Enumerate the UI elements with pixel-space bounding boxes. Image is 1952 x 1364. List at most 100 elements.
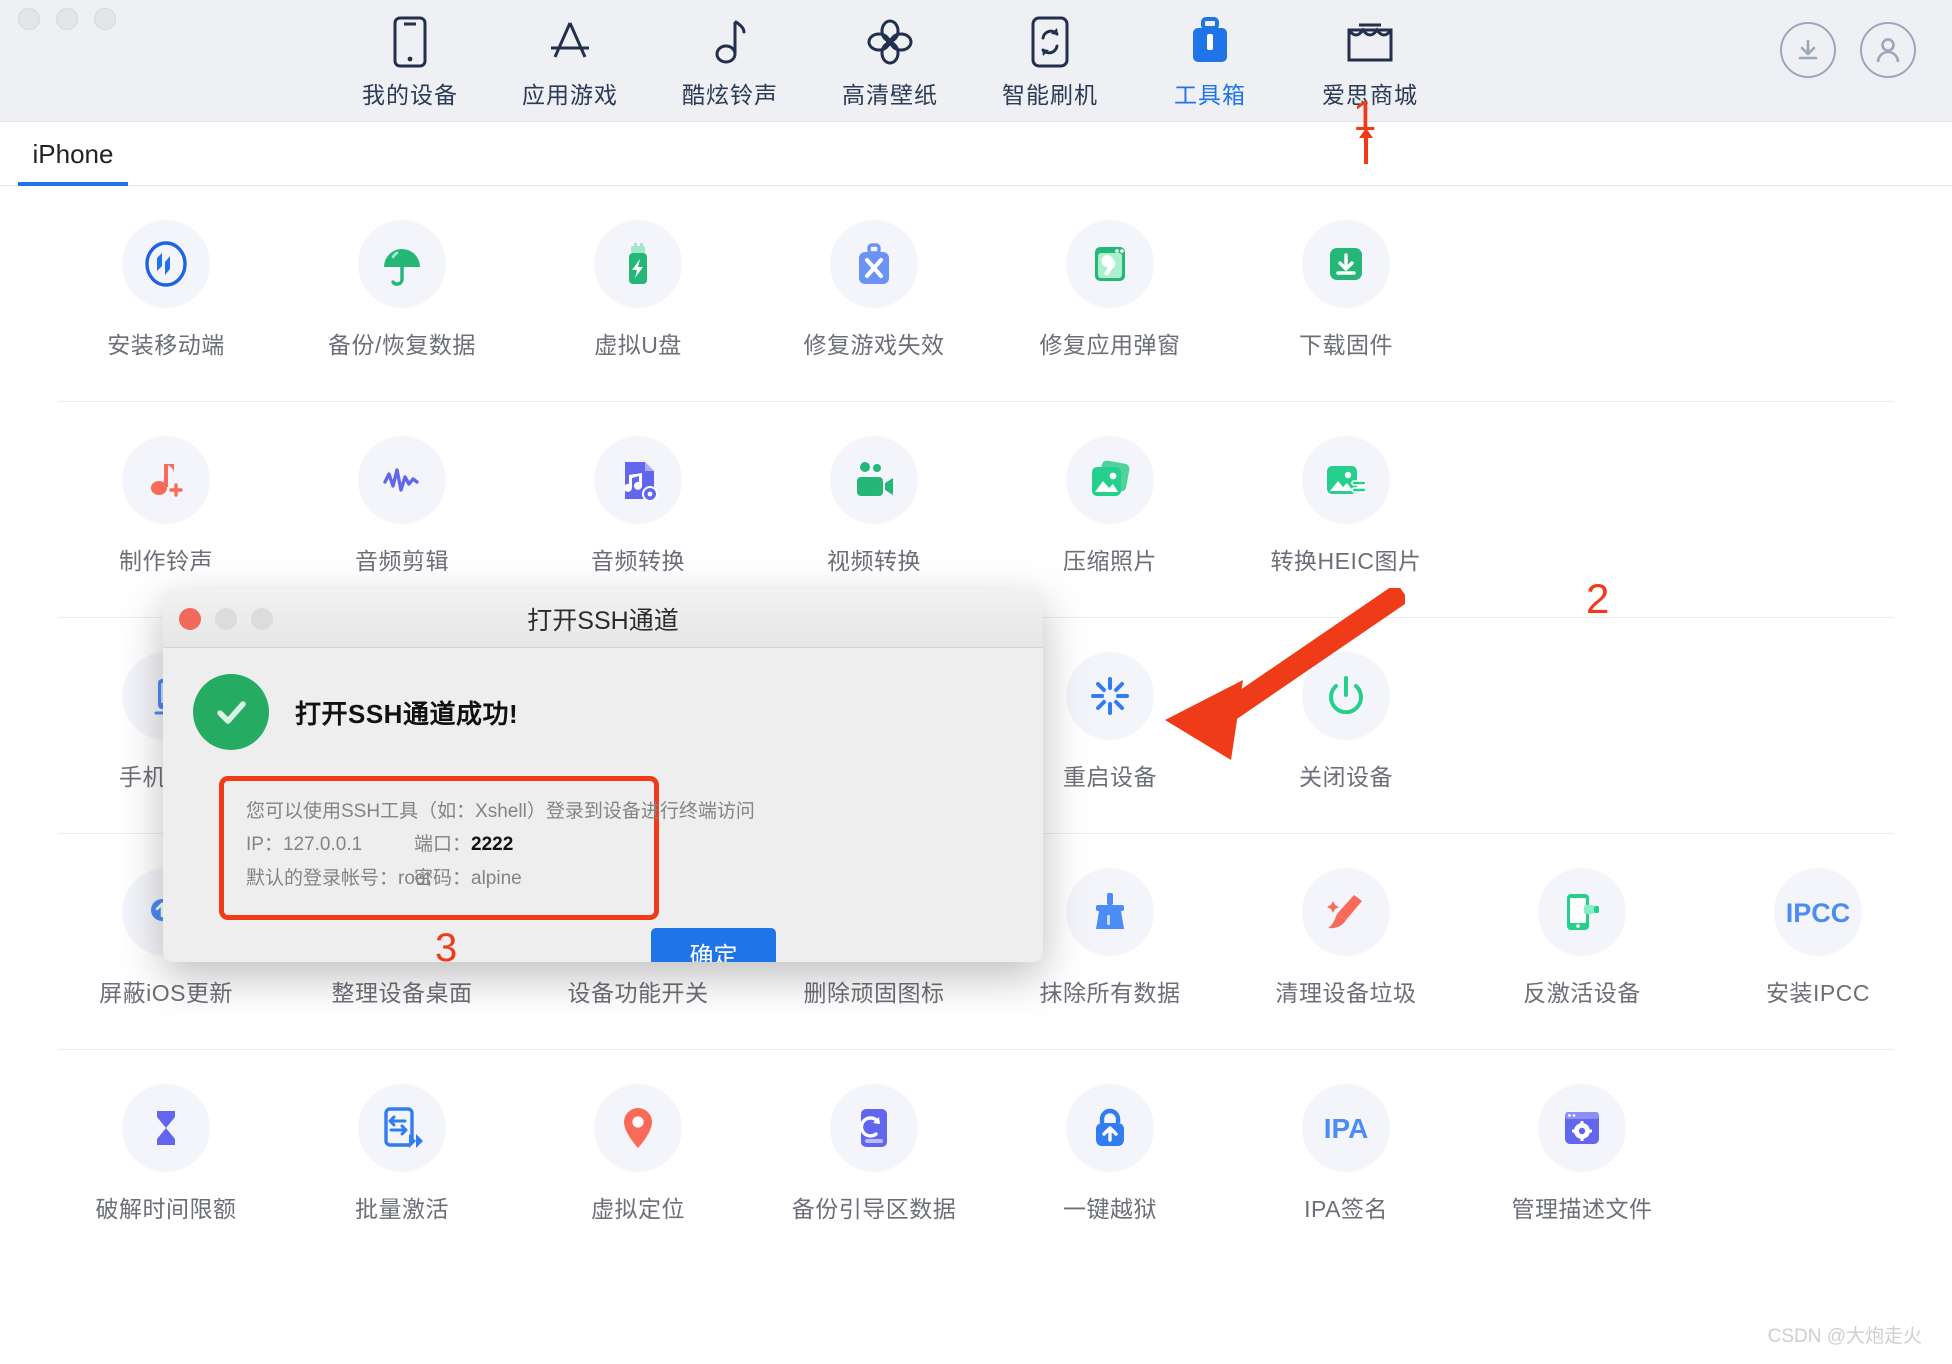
nav-item-label: 应用游戏 bbox=[522, 82, 618, 108]
tool-row-5: 破解时间限额 批量激活 虚拟定位 备份引导区数据 一键越狱 IPA IPA签名 … bbox=[0, 1050, 1952, 1266]
tool-virtual-usb[interactable]: 虚拟U盘 bbox=[520, 186, 756, 402]
nav-item-label: 工具箱 bbox=[1174, 82, 1246, 108]
nav-item-label: 智能刷机 bbox=[1002, 82, 1098, 108]
window-minimize-button[interactable] bbox=[56, 8, 78, 30]
svg-text:IPA: IPA bbox=[1324, 1113, 1369, 1144]
nav-item-wallpapers[interactable]: 高清壁纸 bbox=[810, 0, 970, 122]
tool-label: 修复游戏失效 bbox=[803, 332, 945, 358]
aisi-logo-icon bbox=[122, 220, 210, 308]
tool-label: 设备功能开关 bbox=[567, 980, 709, 1006]
tool-one-click-jailbreak[interactable]: 一键越狱 bbox=[992, 1050, 1228, 1266]
tool-label: 视频转换 bbox=[827, 548, 921, 574]
window-close-button[interactable] bbox=[18, 8, 40, 30]
tool-audio-convert[interactable]: 音频转换 bbox=[520, 402, 756, 618]
tool-row-1: 安装移动端 备份/恢复数据 虚拟U盘 修复游戏失效 修复应用弹窗 下载固件 bbox=[0, 186, 1952, 402]
tool-label: 清理设备垃圾 bbox=[1275, 980, 1417, 1006]
ip-label: IP： bbox=[246, 834, 283, 856]
ssh-credentials-box: 您可以使用SSH工具（如：Xshell）登录到设备进行终端访问 IP：127.0… bbox=[219, 776, 755, 920]
annotation-number-3: 3 bbox=[435, 926, 458, 962]
svg-text:IPCC: IPCC bbox=[1786, 898, 1851, 928]
tool-install-ipcc[interactable]: IPCC 安装IPCC bbox=[1700, 834, 1936, 1050]
user-avatar-icon[interactable] bbox=[1860, 22, 1916, 78]
audio-convert-icon bbox=[594, 436, 682, 524]
tool-ipa-sign[interactable]: IPA IPA签名 bbox=[1228, 1050, 1464, 1266]
game-repair-icon bbox=[830, 220, 918, 308]
tool-deactivate-device[interactable]: 反激活设备 bbox=[1464, 834, 1700, 1050]
umbrella-icon bbox=[358, 220, 446, 308]
tool-make-ringtone[interactable]: 制作铃声 bbox=[48, 402, 284, 618]
tool-label: 转换HEIC图片 bbox=[1270, 548, 1422, 574]
tool-label: 批量激活 bbox=[355, 1196, 449, 1222]
dialog-success-message: 打开SSH通道成功! bbox=[295, 698, 519, 729]
ssh-account-password-line: 默认的登录帐号：root密码：alpine bbox=[246, 862, 654, 895]
tool-video-convert[interactable]: 视频转换 bbox=[756, 402, 992, 618]
annotation-arrow-1 bbox=[1356, 128, 1376, 169]
tool-heic-convert[interactable]: 转换HEIC图片 bbox=[1228, 402, 1464, 618]
tool-label: 制作铃声 bbox=[119, 548, 213, 574]
flower-icon bbox=[865, 14, 915, 70]
tab-iphone[interactable]: iPhone bbox=[18, 122, 128, 186]
tool-label: 虚拟定位 bbox=[591, 1196, 685, 1222]
tool-label: 下载固件 bbox=[1299, 332, 1393, 358]
clean-junk-icon bbox=[1302, 868, 1390, 956]
phone-icon bbox=[393, 14, 427, 70]
watermark: CSDN @大炮走火 bbox=[1767, 1326, 1922, 1347]
tool-backup-restore[interactable]: 备份/恢复数据 bbox=[284, 186, 520, 402]
nav-item-label: 酷炫铃声 bbox=[682, 82, 778, 108]
tool-compress-photo[interactable]: 压缩照片 bbox=[992, 402, 1228, 618]
tool-manage-profiles[interactable]: 管理描述文件 bbox=[1464, 1050, 1700, 1266]
nav-item-flash-device[interactable]: 智能刷机 bbox=[970, 0, 1130, 122]
window-traffic-lights[interactable] bbox=[18, 8, 116, 30]
device-tab-bar: iPhone bbox=[0, 122, 1952, 187]
annotation-number-2: 2 bbox=[1586, 575, 1610, 622]
tool-download-firmware[interactable]: 下载固件 bbox=[1228, 186, 1464, 402]
tool-install-mobile[interactable]: 安装移动端 bbox=[48, 186, 284, 402]
dialog-title: 打开SSH通道 bbox=[527, 607, 679, 635]
tool-label: 反激活设备 bbox=[1523, 980, 1641, 1006]
window-maximize-button[interactable] bbox=[94, 8, 116, 30]
location-pin-icon bbox=[594, 1084, 682, 1172]
nav-item-apps-games[interactable]: 应用游戏 bbox=[490, 0, 650, 122]
tool-label: 音频转换 bbox=[591, 548, 685, 574]
erase-data-icon bbox=[1066, 868, 1154, 956]
tool-label: 修复应用弹窗 bbox=[1039, 332, 1181, 358]
ip-value: 127.0.0.1 bbox=[282, 834, 363, 856]
tool-virtual-location[interactable]: 虚拟定位 bbox=[520, 1050, 756, 1266]
music-note-icon bbox=[710, 14, 750, 70]
tool-row-2: 制作铃声 音频剪辑 音频转换 视频转换 压缩照片 转换HEIC图片 bbox=[0, 402, 1952, 618]
tool-label: 一键越狱 bbox=[1063, 1196, 1157, 1222]
ipcc-icon: IPCC bbox=[1774, 868, 1862, 956]
backup-boot-icon bbox=[830, 1084, 918, 1172]
tool-crack-time-limit[interactable]: 破解时间限额 bbox=[48, 1050, 284, 1266]
nav-item-toolbox[interactable]: 工具箱 bbox=[1130, 0, 1290, 122]
manage-profile-icon bbox=[1538, 1084, 1626, 1172]
tool-batch-activate[interactable]: 批量激活 bbox=[284, 1050, 520, 1266]
tool-fix-game[interactable]: 修复游戏失效 bbox=[756, 186, 992, 402]
tool-fix-app-popup[interactable]: 修复应用弹窗 bbox=[992, 186, 1228, 402]
tool-label: 备份/恢复数据 bbox=[328, 332, 476, 358]
port-value: 2222 bbox=[471, 834, 514, 856]
dialog-confirm-button[interactable]: 确定 bbox=[651, 928, 776, 962]
tool-label: 抹除所有数据 bbox=[1039, 980, 1181, 1006]
tool-backup-boot-data[interactable]: 备份引导区数据 bbox=[756, 1050, 992, 1266]
download-icon[interactable] bbox=[1780, 22, 1836, 78]
compress-photo-icon bbox=[1066, 436, 1154, 524]
tool-audio-edit[interactable]: 音频剪辑 bbox=[284, 402, 520, 618]
tool-label: 管理描述文件 bbox=[1511, 1196, 1653, 1222]
ssh-instruction-line: 您可以使用SSH工具（如：Xshell）登录到设备进行终端访问 bbox=[246, 801, 755, 822]
nav-item-ringtones[interactable]: 酷炫铃声 bbox=[650, 0, 810, 122]
success-check-icon bbox=[193, 674, 269, 750]
download-firmware-icon bbox=[1302, 220, 1390, 308]
ringtone-add-icon bbox=[122, 436, 210, 524]
tool-label: 备份引导区数据 bbox=[791, 1196, 957, 1222]
password-label: 密码： bbox=[414, 867, 472, 889]
tool-label: 删除顽固图标 bbox=[803, 980, 945, 1006]
nav-item-my-device[interactable]: 我的设备 bbox=[330, 0, 490, 122]
batch-activate-icon bbox=[358, 1084, 446, 1172]
heic-convert-icon bbox=[1302, 436, 1390, 524]
tool-clean-junk[interactable]: 清理设备垃圾 bbox=[1228, 834, 1464, 1050]
tool-label: 整理设备桌面 bbox=[331, 980, 473, 1006]
tool-label: IPA签名 bbox=[1304, 1196, 1388, 1222]
store-icon bbox=[1343, 14, 1397, 70]
top-navigation-bar: 我的设备 应用游戏 酷炫铃声 高清壁纸 智能刷机 工具箱 爱思商城 bbox=[0, 0, 1952, 122]
